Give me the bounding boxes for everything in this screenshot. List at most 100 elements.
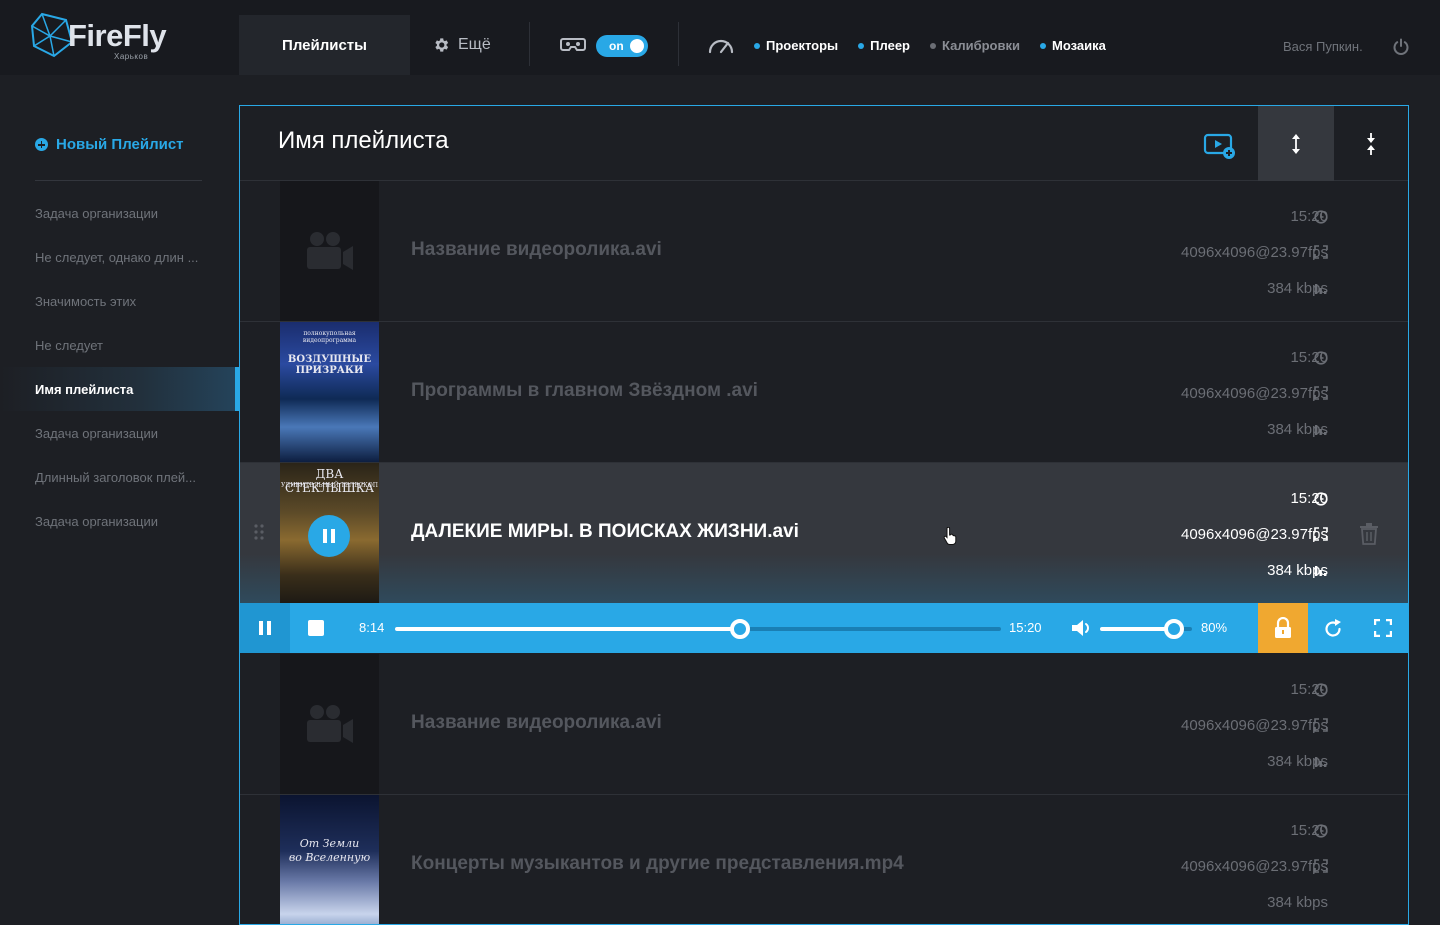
lock-button[interactable]	[1258, 603, 1308, 653]
sidebar-item-label: Длинный заголовок плей...	[35, 469, 197, 485]
sidebar-item[interactable]: Задача организации	[0, 191, 239, 235]
playlist-row-current[interactable]: ДВА СТЕКЛЫШКА УДИВИТЕЛЬНЫЙ ТЕЛЕСКОП ДАЛЕ…	[240, 463, 1408, 604]
drag-handle-icon[interactable]	[254, 523, 264, 545]
playlist-row[interactable]: Название видеоролика.avi 15:20 4096x4096…	[240, 181, 1408, 322]
volume-icon[interactable]	[1071, 618, 1093, 638]
pause-button[interactable]	[240, 603, 290, 653]
divider	[678, 22, 679, 66]
clock-icon	[1314, 492, 1328, 506]
tab-playlists[interactable]: Плейлисты	[239, 15, 410, 75]
trash-icon[interactable]	[1359, 523, 1379, 545]
volume-slider[interactable]	[1100, 619, 1192, 639]
video-resolution: 4096x4096@23.97fps	[1180, 244, 1328, 261]
sidebar-item-label: Задача организации	[35, 513, 158, 529]
new-playlist-button[interactable]: Новый Плейлист	[35, 136, 184, 153]
status-dot	[930, 42, 936, 49]
speedometer-icon	[708, 39, 734, 54]
nav-player[interactable]: Плеер	[858, 38, 910, 53]
clock-icon	[1314, 351, 1328, 365]
playlist-title[interactable]: Имя плейлиста	[278, 127, 449, 155]
sidebar-item[interactable]: Длинный заголовок плей...	[0, 455, 239, 499]
collapse-vertical-icon	[1367, 132, 1375, 155]
video-title: ДАЛЕКИЕ МИРЫ. В ПОИСКАХ ЖИЗНИ.avi	[411, 521, 799, 542]
clock-icon	[1314, 210, 1328, 224]
tab-more[interactable]: Ещё	[432, 15, 491, 75]
top-bar: FireFly Харьков Плейлисты Ещё on Проекто…	[0, 0, 1440, 75]
repeat-icon	[1325, 619, 1341, 637]
sidebar-item-label: Задача организации	[35, 205, 158, 221]
video-resolution: 4096x4096@23.97fps	[1180, 526, 1328, 543]
poster-subtitle: во Вселенную	[288, 851, 371, 864]
volume-handle[interactable]	[1163, 619, 1184, 639]
bitrate-icon	[1315, 566, 1327, 576]
nav-projectors[interactable]: Проекторы	[754, 38, 838, 53]
sidebar-item-label: Значимость этих	[35, 293, 137, 309]
new-playlist-label: Новый Плейлист	[56, 136, 184, 153]
nav-label: Калибровки	[942, 38, 1020, 53]
toggle-knob	[630, 39, 644, 53]
sidebar-item-active[interactable]: Имя плейлиста	[0, 367, 239, 411]
playlist-row[interactable]: От Земли во Вселенную Концерты музыканто…	[240, 795, 1408, 924]
tab-more-label: Ещё	[458, 36, 491, 53]
user-name[interactable]: Вася Пупкин.	[1283, 39, 1363, 54]
sidebar-item[interactable]: Не следует, однако длин ...	[0, 235, 239, 279]
progress-slider[interactable]	[395, 619, 1001, 639]
video-resolution: 4096x4096@23.97fps	[1180, 385, 1328, 402]
stop-button[interactable]	[290, 603, 342, 653]
bitrate-icon	[1315, 284, 1327, 294]
poster-title: ДВА СТЕКЛЫШКА	[284, 467, 375, 495]
nav-label: Плеер	[870, 38, 910, 53]
firefly-logo[interactable]: FireFly Харьков	[30, 10, 190, 62]
status-dot	[858, 42, 865, 49]
bitrate-icon	[1315, 425, 1327, 435]
stop-icon	[308, 620, 324, 636]
video-thumbnail: От Земли во Вселенную	[280, 795, 379, 924]
resolution-icon	[1314, 718, 1328, 732]
sidebar-item-label: Задача организации	[35, 425, 158, 441]
divider	[529, 22, 530, 66]
power-icon[interactable]	[1392, 38, 1410, 56]
poster-title: От Земли	[299, 837, 360, 850]
repeat-button[interactable]	[1308, 603, 1358, 653]
expand-rows-button[interactable]	[1258, 106, 1334, 181]
fullscreen-button[interactable]	[1358, 603, 1408, 653]
toggle-label: on	[609, 39, 624, 53]
pause-overlay-button[interactable]	[308, 515, 350, 557]
sidebar-item[interactable]: Задача организации	[0, 499, 239, 543]
fullscreen-icon	[1374, 619, 1392, 637]
playlist-panel: Имя плейлиста Название видеоролика.avi 1…	[239, 105, 1409, 925]
logo-wordmark: FireFly	[68, 18, 167, 53]
bitrate-icon	[1315, 757, 1327, 767]
playlist-row[interactable]: полнокупольная видеопрограмма ВОЗДУШНЫЕ …	[240, 322, 1408, 463]
plus-circle-icon	[35, 138, 48, 151]
nav-mosaic[interactable]: Мозаика	[1039, 38, 1106, 53]
playlist-row[interactable]: Название видеоролика.avi 15:20 4096x4096…	[240, 654, 1408, 795]
video-title: Название видеоролика.avi	[411, 712, 662, 733]
volume-percent: 80%	[1201, 620, 1228, 635]
hand-cursor-icon	[943, 527, 957, 545]
video-bitrate: 384 kbps	[1267, 894, 1328, 911]
video-thumbnail: полнокупольная видеопрограмма ВОЗДУШНЫЕ …	[280, 322, 379, 462]
progress-handle[interactable]	[730, 619, 751, 639]
add-video-icon[interactable]	[1203, 132, 1237, 160]
sidebar-item[interactable]: Значимость этих	[0, 279, 239, 323]
resolution-icon	[1314, 386, 1328, 400]
status-dot	[1039, 42, 1046, 49]
nav-label: Мозаика	[1051, 38, 1106, 53]
sidebar-item[interactable]: Задача организации	[0, 411, 239, 455]
video-title: Название видеоролика.avi	[411, 239, 662, 260]
status-nav: Проекторы Плеер Калибровки Мозаика	[754, 38, 1106, 53]
progress-fill	[395, 627, 741, 631]
sidebar-item[interactable]: Не следует	[0, 323, 239, 367]
total-time: 15:20	[1009, 620, 1042, 635]
vr-toggle[interactable]: on	[596, 35, 648, 57]
sidebar-item-label: Имя плейлиста	[35, 381, 134, 397]
poster-subtitle: полнокупольная видеопрограмма	[302, 330, 357, 344]
playlist-list: Задача организации Не следует, однако дл…	[0, 191, 239, 543]
nav-calibrations[interactable]: Калибровки	[930, 38, 1020, 53]
vr-headset-icon	[560, 38, 586, 51]
collapse-rows-button[interactable]	[1334, 106, 1408, 181]
video-thumbnail	[280, 181, 379, 321]
pause-icon	[323, 529, 335, 543]
clock-icon	[1314, 683, 1328, 697]
